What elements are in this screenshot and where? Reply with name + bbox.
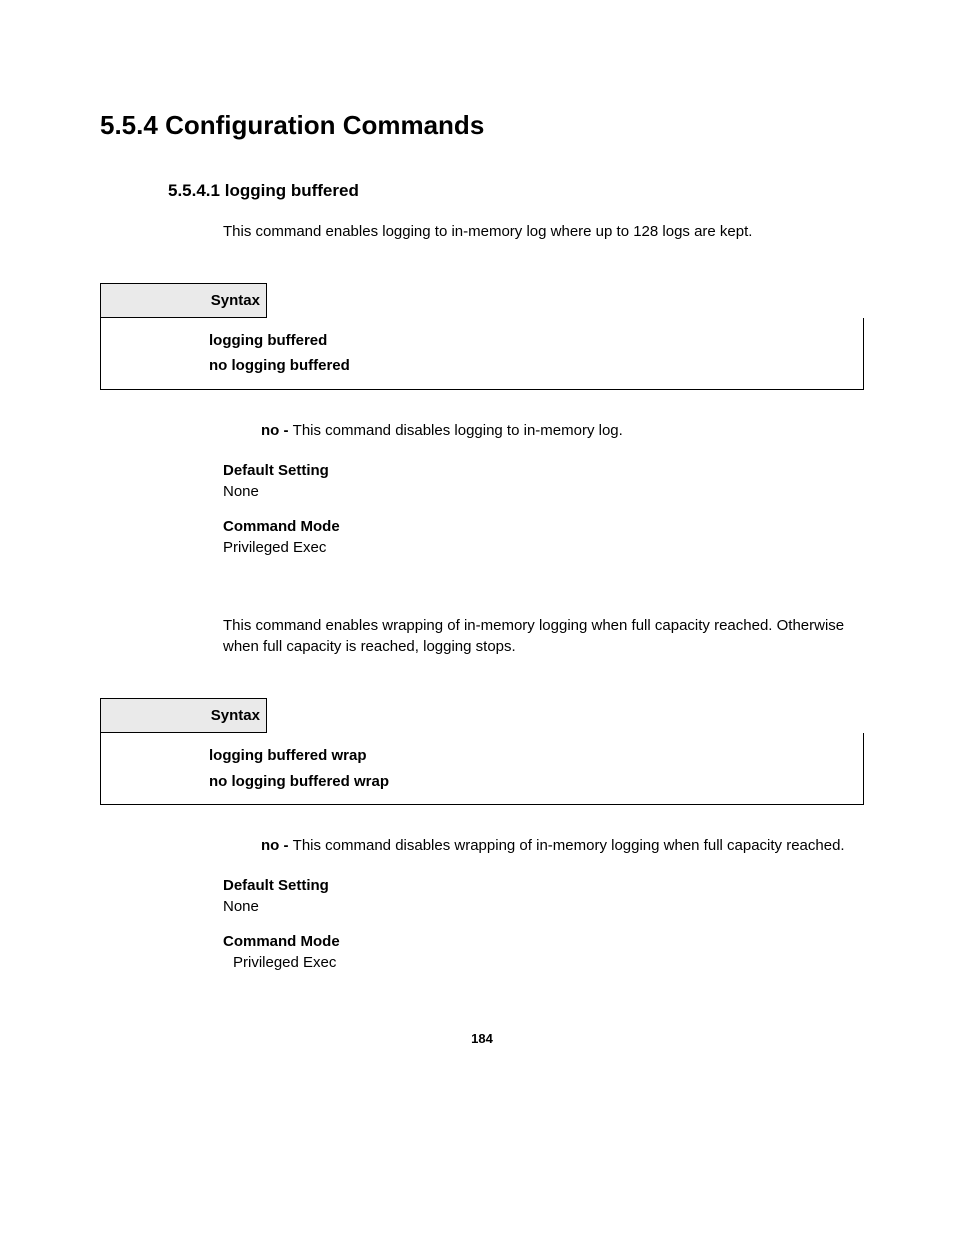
no-prefix: no - (261, 422, 293, 439)
syntax-header-label: Syntax (100, 698, 267, 733)
no-option-description: no - This command disables logging to in… (223, 420, 864, 442)
no-option-description-2: no - This command disables wrapping of i… (223, 835, 864, 857)
no-text: This command disables wrapping of in-mem… (293, 837, 845, 854)
syntax-header-label: Syntax (100, 283, 267, 318)
syntax-body: logging buffered wrap no logging buffere… (100, 733, 864, 805)
no-text: This command disables logging to in-memo… (293, 422, 623, 439)
syntax-line: logging buffered (209, 328, 853, 354)
default-setting-value: None (223, 898, 864, 915)
subsection-heading: 5.5.4.1 logging buffered (168, 181, 864, 201)
intro-paragraph: This command enables logging to in-memor… (223, 221, 864, 243)
command-mode-label: Command Mode (223, 518, 864, 535)
syntax-line: logging buffered wrap (209, 743, 853, 769)
syntax-body: logging buffered no logging buffered (100, 318, 864, 390)
details-block-2: Default Setting None Command Mode Privil… (223, 877, 864, 971)
subheading-number: 5.5.4.1 (168, 181, 220, 200)
command-mode-value: Privileged Exec (233, 954, 864, 971)
command-mode-value: Privileged Exec (223, 539, 864, 556)
syntax-line: no logging buffered (209, 353, 853, 379)
intro-paragraph-2: This command enables wrapping of in-memo… (223, 615, 864, 659)
details-block: Default Setting None Command Mode Privil… (223, 462, 864, 556)
heading-number: 5.5.4 (100, 110, 158, 140)
command-mode-label: Command Mode (223, 933, 864, 950)
default-setting-value: None (223, 483, 864, 500)
default-setting-label: Default Setting (223, 877, 864, 894)
subheading-title: logging buffered (225, 181, 359, 200)
syntax-box-2: Syntax logging buffered wrap no logging … (100, 698, 864, 805)
no-prefix: no - (261, 837, 293, 854)
syntax-box-1: Syntax logging buffered no logging buffe… (100, 283, 864, 390)
default-setting-label: Default Setting (223, 462, 864, 479)
syntax-line: no logging buffered wrap (209, 769, 853, 795)
heading-title: Configuration Commands (165, 110, 484, 140)
page-number: 184 (100, 1031, 864, 1046)
section-heading: 5.5.4 Configuration Commands (100, 110, 864, 141)
